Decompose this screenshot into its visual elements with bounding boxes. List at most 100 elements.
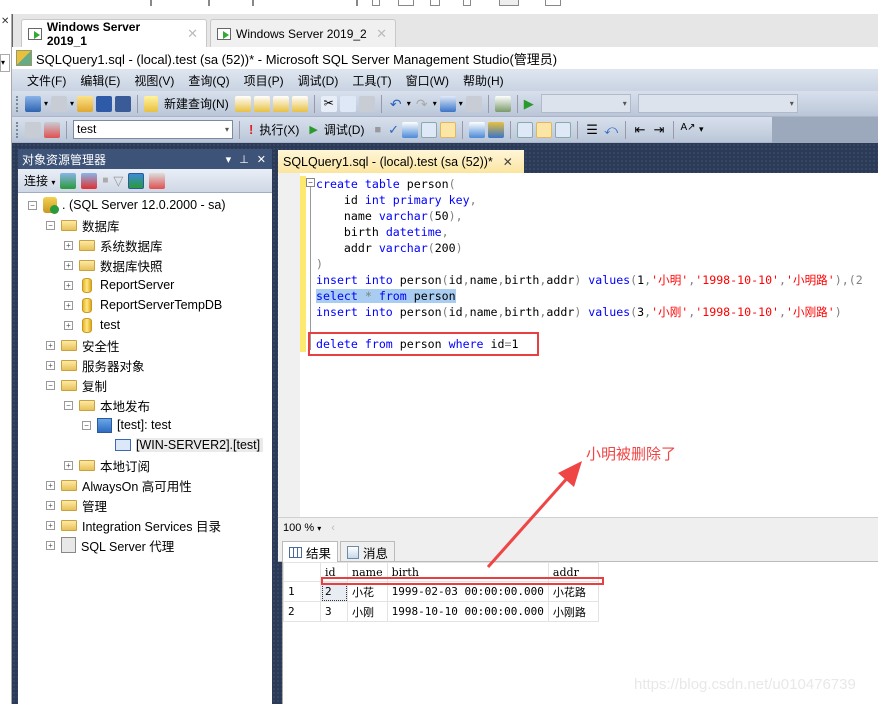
- tree-node[interactable]: − 复制: [18, 375, 272, 395]
- expand-icon[interactable]: +: [64, 300, 73, 310]
- open-file-icon[interactable]: [77, 95, 94, 112]
- expand-icon[interactable]: +: [46, 500, 55, 510]
- navigate-backward-icon[interactable]: [439, 95, 456, 112]
- tree-node[interactable]: + ReportServer: [18, 275, 272, 295]
- tree-node[interactable]: + ReportServerTempDB: [18, 295, 272, 315]
- dropdown-icon[interactable]: ▾: [70, 99, 74, 108]
- solution-config-combo[interactable]: ▾: [540, 94, 631, 113]
- tree-node[interactable]: + 安全性: [18, 335, 272, 355]
- new-project-icon[interactable]: [25, 95, 41, 112]
- tree-node[interactable]: − 本地发布: [18, 395, 272, 415]
- connect-icon[interactable]: [60, 172, 77, 189]
- expand-icon[interactable]: +: [64, 460, 73, 470]
- cell-name[interactable]: 小刚: [347, 601, 388, 622]
- toolbar-overflow-icon[interactable]: ▾: [699, 124, 704, 135]
- save-all-icon[interactable]: [115, 95, 132, 112]
- filter-icon[interactable]: ▽: [113, 173, 123, 189]
- cancel-query-icon[interactable]: ■: [374, 124, 381, 136]
- window-position-icon[interactable]: ▾: [226, 153, 232, 166]
- stop-icon[interactable]: ■: [102, 175, 108, 186]
- copy-icon[interactable]: [339, 95, 356, 112]
- tab-messages[interactable]: 消息: [340, 541, 396, 562]
- tree-node[interactable]: + 数据库快照: [18, 255, 272, 275]
- menu-view[interactable]: 视图(V): [127, 72, 181, 89]
- tree-node[interactable]: + 服务器对象: [18, 355, 272, 375]
- toolbar-grip[interactable]: [16, 95, 19, 112]
- connect-icon[interactable]: [25, 121, 41, 138]
- vm-tab-2[interactable]: Windows Server 2019_2 ✕: [210, 19, 396, 47]
- close-icon[interactable]: ✕: [503, 155, 513, 169]
- tree-node[interactable]: − . (SQL Server 12.0.2000 - sa): [18, 195, 272, 215]
- save-icon[interactable]: [96, 95, 113, 112]
- dropdown-icon[interactable]: ▾: [407, 99, 411, 108]
- include-actual-plan-icon[interactable]: [469, 121, 486, 138]
- expand-icon[interactable]: +: [64, 280, 73, 290]
- collapse-icon[interactable]: −: [64, 400, 73, 410]
- menu-tools[interactable]: 工具(T): [345, 72, 398, 89]
- tree-node[interactable]: − 数据库: [18, 215, 272, 235]
- row-number[interactable]: 1: [283, 581, 321, 602]
- menu-edit[interactable]: 编辑(E): [73, 72, 127, 89]
- tab-results[interactable]: 结果: [282, 541, 339, 563]
- mdx-query-icon[interactable]: [253, 95, 270, 112]
- paste-icon[interactable]: [358, 95, 375, 112]
- dropdown-icon[interactable]: ▾: [0, 54, 10, 72]
- menu-window[interactable]: 窗口(W): [399, 72, 456, 89]
- tree-node[interactable]: [WIN-SERVER2].[test]: [18, 435, 272, 455]
- menu-query[interactable]: 查询(Q): [181, 72, 236, 89]
- cut-icon[interactable]: ✂: [320, 95, 337, 112]
- close-icon[interactable]: ✕: [1, 16, 9, 27]
- activity-monitor-icon[interactable]: [149, 172, 166, 189]
- zoom-combo[interactable]: 100 % ▾: [283, 522, 321, 534]
- tree-node[interactable]: − [test]: test: [18, 415, 272, 435]
- cell-addr[interactable]: 小刚路: [547, 601, 599, 622]
- dropdown-icon[interactable]: ▾: [433, 99, 437, 108]
- menu-file[interactable]: 文件(F): [20, 72, 73, 89]
- redo-icon[interactable]: ↷: [414, 96, 430, 112]
- collapse-icon[interactable]: −: [306, 178, 315, 187]
- vm-tab-1[interactable]: Windows Server 2019_1 ✕: [21, 19, 207, 48]
- expand-icon[interactable]: +: [46, 340, 55, 350]
- connect-dropdown[interactable]: 连接 ▾: [24, 172, 55, 189]
- tree-node[interactable]: + AlwaysOn 高可用性: [18, 475, 272, 495]
- xmla-query-icon[interactable]: [291, 95, 308, 112]
- results-to-text-options-icon[interactable]: [440, 121, 457, 138]
- specify-values-icon[interactable]: A↗: [680, 122, 696, 138]
- close-icon[interactable]: ✕: [187, 26, 198, 42]
- expand-icon[interactable]: +: [46, 520, 55, 530]
- results-to-text-icon[interactable]: [517, 121, 534, 138]
- results-to-file-icon[interactable]: [555, 121, 572, 138]
- start-icon[interactable]: ▶: [524, 96, 534, 112]
- undo-icon[interactable]: ↶: [388, 96, 404, 112]
- collapse-icon[interactable]: −: [28, 200, 37, 210]
- close-icon[interactable]: ✕: [257, 153, 266, 166]
- toolbar-grip[interactable]: [16, 121, 19, 138]
- display-estimated-plan-icon[interactable]: [402, 121, 419, 138]
- navigate-forward-icon[interactable]: [465, 95, 482, 112]
- dropdown-icon[interactable]: ▾: [459, 99, 463, 108]
- activity-monitor-icon[interactable]: [494, 95, 511, 112]
- dropdown-icon[interactable]: ▾: [44, 99, 48, 108]
- comment-icon[interactable]: ☰: [584, 122, 600, 138]
- tree-node[interactable]: + 本地订阅: [18, 455, 272, 475]
- tree-node[interactable]: + Integration Services 目录: [18, 515, 272, 535]
- menu-help[interactable]: 帮助(H): [456, 72, 511, 89]
- tree-node[interactable]: + 系统数据库: [18, 235, 272, 255]
- expand-icon[interactable]: +: [64, 240, 73, 250]
- tree-node[interactable]: + SQL Server 代理: [18, 535, 272, 555]
- collapse-icon[interactable]: −: [46, 220, 55, 230]
- expand-icon[interactable]: +: [46, 360, 55, 370]
- disconnect-icon[interactable]: [44, 121, 60, 138]
- refresh-icon[interactable]: [128, 172, 145, 189]
- tree-node[interactable]: + 管理: [18, 495, 272, 515]
- row-number[interactable]: 2: [283, 601, 321, 622]
- parse-icon[interactable]: ✓: [388, 122, 399, 138]
- cell-id[interactable]: 3: [320, 601, 348, 622]
- menu-debug[interactable]: 调试(D): [291, 72, 346, 89]
- available-databases-combo[interactable]: test ▾: [73, 120, 233, 139]
- uncomment-icon[interactable]: ⤺: [603, 122, 619, 138]
- expand-icon[interactable]: +: [46, 480, 55, 490]
- collapse-icon[interactable]: −: [82, 420, 91, 430]
- add-item-icon[interactable]: [51, 95, 68, 112]
- new-query-button[interactable]: 新建查询(N): [164, 95, 229, 112]
